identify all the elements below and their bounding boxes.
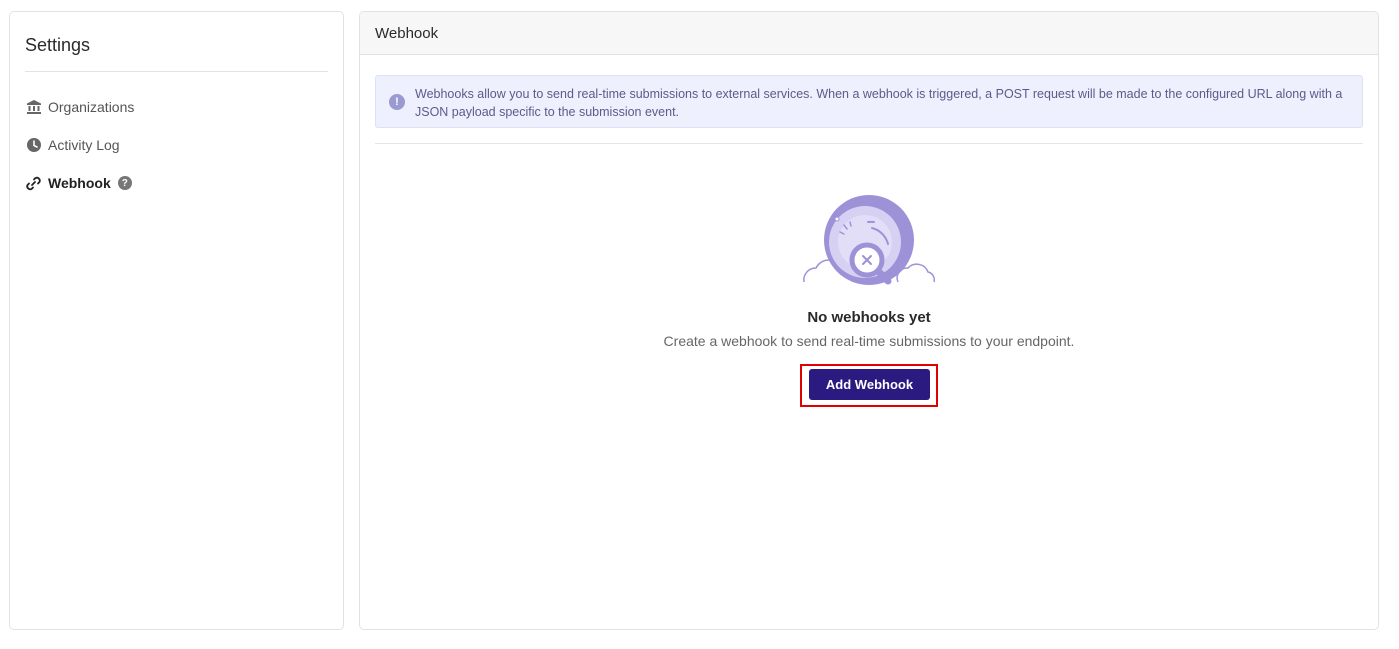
sidebar-item-label: Webhook	[48, 175, 111, 191]
info-alert: ! Webhooks allow you to send real-time s…	[375, 75, 1363, 128]
sidebar-item-organizations[interactable]: Organizations	[25, 96, 134, 118]
bank-icon	[25, 99, 42, 116]
settings-sidebar: Settings Organizations Activity Log Webh…	[9, 11, 344, 630]
sidebar-item-webhook[interactable]: Webhook ?	[25, 172, 132, 194]
link-icon	[25, 175, 42, 192]
content-divider	[375, 143, 1363, 144]
clock-icon	[25, 137, 42, 154]
sidebar-item-label: Activity Log	[48, 137, 120, 153]
add-webhook-button[interactable]: Add Webhook	[809, 369, 930, 400]
sidebar-title: Settings	[25, 35, 91, 55]
info-text: Webhooks allow you to send real-time sub…	[415, 87, 1343, 119]
sidebar-item-label: Organizations	[48, 99, 135, 115]
help-icon[interactable]: ?	[117, 176, 132, 190]
empty-state-title: No webhooks yet	[807, 309, 931, 326]
empty-search-illustration	[802, 192, 936, 287]
webhook-panel: Webhook ! Webhooks allow you to send rea…	[359, 11, 1379, 630]
empty-state-description: Create a webhook to send real-time submi…	[663, 333, 1075, 349]
sidebar-item-activity-log[interactable]: Activity Log	[25, 134, 120, 156]
page-title: Webhook	[375, 24, 439, 42]
sidebar-divider	[25, 71, 328, 72]
info-icon: !	[389, 94, 405, 110]
panel-header: Webhook	[360, 12, 1378, 55]
